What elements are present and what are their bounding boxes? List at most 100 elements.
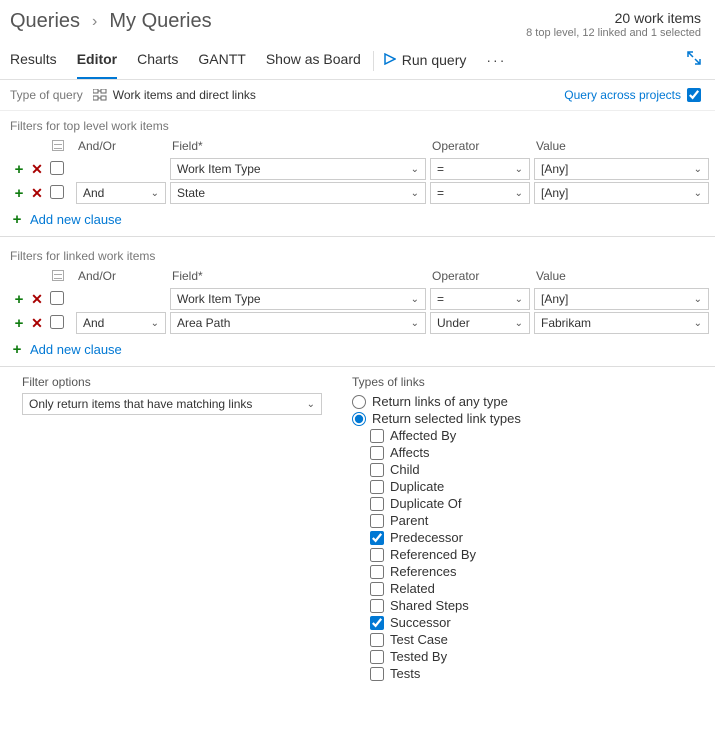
link-type-checkbox[interactable] xyxy=(370,531,384,545)
query-across-checkbox[interactable] xyxy=(687,88,701,102)
breadcrumb-current[interactable]: My Queries xyxy=(109,10,211,33)
tab-gantt[interactable]: GANTT xyxy=(198,51,245,79)
row-checkbox[interactable] xyxy=(50,185,64,199)
add-clause-top[interactable]: + Add new clause xyxy=(0,205,715,236)
row-checkbox[interactable] xyxy=(50,315,64,329)
link-type-tests[interactable]: Tests xyxy=(370,665,521,682)
field-select[interactable]: Work Item Type⌄ xyxy=(170,158,426,180)
chevron-right-icon: › xyxy=(92,13,97,31)
add-row-icon[interactable]: + xyxy=(12,291,26,308)
link-type-tested-by[interactable]: Tested By xyxy=(370,648,521,665)
filters-top-label: Filters for top level work items xyxy=(0,111,715,137)
types-of-links-label: Types of links xyxy=(352,375,521,389)
chevron-down-icon: ⌄ xyxy=(411,318,419,329)
col-field: Field* xyxy=(168,137,428,157)
link-type-child[interactable]: Child xyxy=(370,461,521,478)
link-type-checkbox[interactable] xyxy=(370,650,384,664)
remove-row-icon[interactable]: ✕ xyxy=(30,185,44,202)
chevron-down-icon: ⌄ xyxy=(411,188,419,199)
filter-row: + ✕ And⌄ Area Path⌄ Under⌄ Fabrikam⌄ xyxy=(10,311,711,335)
value-select[interactable]: [Any]⌄ xyxy=(534,288,709,310)
field-select[interactable]: Area Path⌄ xyxy=(170,312,426,334)
tab-show-as-board[interactable]: Show as Board xyxy=(266,51,361,79)
link-type-affected-by[interactable]: Affected By xyxy=(370,427,521,444)
work-items-detail: 8 top level, 12 linked and 1 selected xyxy=(526,26,701,40)
top-filter-table: And/Or Field* Operator Value + ✕ Work It… xyxy=(10,137,711,205)
remove-row-icon[interactable]: ✕ xyxy=(30,315,44,332)
link-type-duplicate-of[interactable]: Duplicate Of xyxy=(370,495,521,512)
link-type-checkbox[interactable] xyxy=(370,582,384,596)
more-actions-button[interactable]: ··· xyxy=(486,52,506,78)
link-type-successor[interactable]: Successor xyxy=(370,614,521,631)
chevron-down-icon: ⌄ xyxy=(411,294,419,305)
expand-icon[interactable] xyxy=(687,51,701,78)
link-type-duplicate[interactable]: Duplicate xyxy=(370,478,521,495)
link-type-checkbox[interactable] xyxy=(370,548,384,562)
operator-select[interactable]: =⌄ xyxy=(430,158,530,180)
link-type-affects[interactable]: Affects xyxy=(370,444,521,461)
filter-row: + ✕ Work Item Type⌄ =⌄ [Any]⌄ xyxy=(10,157,711,181)
filter-options-select[interactable]: Only return items that have matching lin… xyxy=(22,393,322,415)
link-type-references[interactable]: References xyxy=(370,563,521,580)
plus-icon: + xyxy=(10,341,24,358)
col-operator: Operator xyxy=(428,137,532,157)
link-type-related[interactable]: Related xyxy=(370,580,521,597)
run-query-button[interactable]: Run query xyxy=(384,52,467,78)
link-type-checkbox[interactable] xyxy=(370,497,384,511)
link-type-checkbox[interactable] xyxy=(370,616,384,630)
add-row-icon[interactable]: + xyxy=(12,315,26,332)
add-clause-linked[interactable]: + Add new clause xyxy=(0,335,715,366)
row-checkbox[interactable] xyxy=(50,291,64,305)
link-type-parent[interactable]: Parent xyxy=(370,512,521,529)
field-select[interactable]: State⌄ xyxy=(170,182,426,204)
chevron-down-icon: ⌄ xyxy=(694,294,702,305)
link-type-checkbox[interactable] xyxy=(370,667,384,681)
link-type-checkbox[interactable] xyxy=(370,599,384,613)
filters-linked-label: Filters for linked work items xyxy=(0,241,715,267)
field-select[interactable]: Work Item Type⌄ xyxy=(170,288,426,310)
link-type-checkbox[interactable] xyxy=(370,429,384,443)
andor-select[interactable]: And⌄ xyxy=(76,182,166,204)
operator-select[interactable]: =⌄ xyxy=(430,288,530,310)
link-type-checkbox[interactable] xyxy=(370,480,384,494)
value-select[interactable]: [Any]⌄ xyxy=(534,158,709,180)
row-checkbox[interactable] xyxy=(50,161,64,175)
value-select[interactable]: [Any]⌄ xyxy=(534,182,709,204)
chevron-down-icon: ⌄ xyxy=(515,294,523,305)
filter-row: + ✕ And⌄ State⌄ =⌄ [Any]⌄ xyxy=(10,181,711,205)
remove-row-icon[interactable]: ✕ xyxy=(30,161,44,178)
link-type-checkbox[interactable] xyxy=(370,446,384,460)
operator-select[interactable]: Under⌄ xyxy=(430,312,530,334)
tab-results[interactable]: Results xyxy=(10,51,57,79)
add-row-icon[interactable]: + xyxy=(12,185,26,202)
tab-editor[interactable]: Editor xyxy=(77,51,117,79)
work-items-count: 20 work items xyxy=(526,10,701,26)
chevron-down-icon: ⌄ xyxy=(151,188,159,199)
link-type-checkbox[interactable] xyxy=(370,565,384,579)
breadcrumb: Queries › My Queries xyxy=(10,10,212,33)
operator-select[interactable]: =⌄ xyxy=(430,182,530,204)
columns-icon[interactable] xyxy=(52,140,64,151)
col-value: Value xyxy=(532,137,711,157)
add-row-icon[interactable]: + xyxy=(12,161,26,178)
link-type-shared-steps[interactable]: Shared Steps xyxy=(370,597,521,614)
chevron-down-icon: ⌄ xyxy=(694,318,702,329)
link-type-checkbox[interactable] xyxy=(370,514,384,528)
value-select[interactable]: Fabrikam⌄ xyxy=(534,312,709,334)
link-type-checkbox[interactable] xyxy=(370,633,384,647)
work-items-summary: 20 work items 8 top level, 12 linked and… xyxy=(526,10,701,40)
link-type-test-case[interactable]: Test Case xyxy=(370,631,521,648)
query-type-value[interactable]: Work items and direct links xyxy=(93,88,256,102)
breadcrumb-root[interactable]: Queries xyxy=(10,10,80,33)
link-type-checkbox[interactable] xyxy=(370,463,384,477)
andor-select[interactable]: And⌄ xyxy=(76,312,166,334)
chevron-down-icon: ⌄ xyxy=(515,188,523,199)
link-type-predecessor[interactable]: Predecessor xyxy=(370,529,521,546)
link-radio-any[interactable]: Return links of any type xyxy=(352,393,521,410)
link-radio-selected[interactable]: Return selected link types xyxy=(352,410,521,427)
tab-charts[interactable]: Charts xyxy=(137,51,178,79)
link-type-referenced-by[interactable]: Referenced By xyxy=(370,546,521,563)
remove-row-icon[interactable]: ✕ xyxy=(30,291,44,308)
play-icon xyxy=(384,52,396,68)
columns-icon[interactable] xyxy=(52,270,64,281)
